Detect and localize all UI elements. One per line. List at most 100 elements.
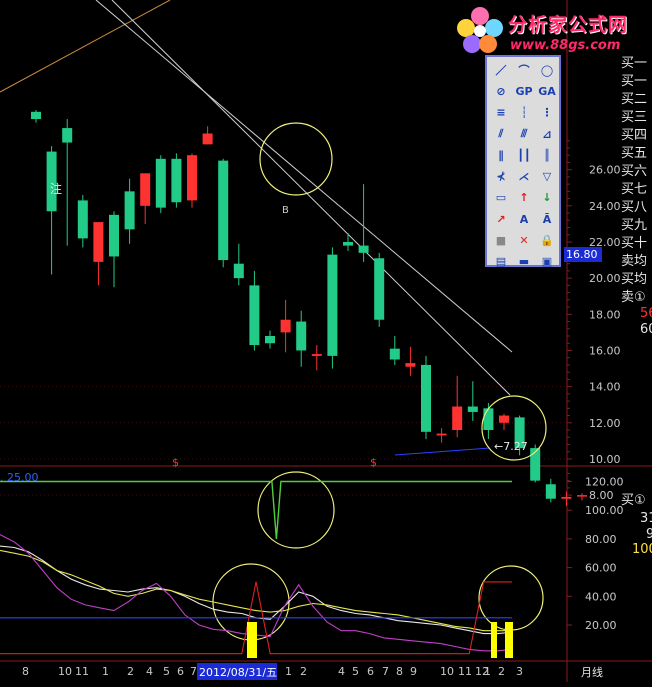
price-tick-label: 10.00 (589, 453, 621, 466)
date-tick-label: 4 (338, 665, 345, 678)
candle-body (155, 158, 166, 208)
candle-body (343, 241, 353, 246)
text-A-icon[interactable]: A (513, 209, 535, 229)
no-icon[interactable]: ⊘ (490, 81, 512, 101)
date-tick-label: 7 (382, 665, 389, 678)
date-tick-label: 2 (498, 665, 505, 678)
candle-body (499, 415, 509, 423)
fib-v-icon[interactable]: ┆ (513, 103, 535, 123)
candle-body (436, 433, 447, 436)
candle-body (421, 364, 431, 432)
parallel-b-icon[interactable]: ┃┃ (513, 145, 535, 165)
osc-tick-label: 60.00 (585, 562, 617, 575)
date-tick-label: 9 (410, 665, 417, 678)
stock-chart[interactable]: 8.00 10.00 12.00 14.00 16.00 18.00 20.00 22.00 2… (0, 0, 652, 682)
lock-icon[interactable]: 🔒 (536, 230, 558, 250)
candle (343, 232, 353, 252)
candle (218, 158, 229, 268)
candle (249, 270, 260, 351)
fib-x-icon[interactable]: ⋮ (536, 103, 558, 123)
candle-body (311, 354, 322, 356)
candle-body (358, 245, 369, 253)
date-tick-label: 4 (146, 665, 153, 678)
date-tick-label: 3 (516, 665, 523, 678)
osc-tick-label: 80.00 (585, 533, 617, 546)
signal-bar (491, 622, 497, 658)
indicator-label: 买① (621, 493, 646, 508)
trend-line-orange (0, 0, 171, 93)
period-label: 月线 (581, 665, 603, 679)
date-tick-label: 1 (484, 665, 491, 678)
text-A2-icon[interactable]: Ā (536, 209, 558, 229)
gann-a-icon[interactable]: ⊀ (490, 166, 512, 186)
delete-icon[interactable]: ✕ (513, 230, 535, 250)
watermark-logo: 分析家公式网 www.88gs.com (452, 4, 652, 56)
circle-annotation (259, 122, 333, 196)
arrow-down-icon[interactable]: ↓ (536, 188, 558, 208)
order-book-label: 买七 (621, 182, 648, 197)
channel-a-icon[interactable]: ⫽ (490, 124, 512, 144)
order-book-label: 买四 (621, 128, 648, 143)
candle (421, 355, 431, 440)
date-tick-label: 7 (190, 665, 197, 678)
parallel-a-icon[interactable]: ∥ (490, 145, 512, 165)
drawing-toolbox[interactable]: ／ ⌒ ◯ ⊘ GP GA ≡ ┆ ⋮ ⫽ ⫻ ⊿ ∥ ┃┃ ║ ⊀ ⋌ ▽ ▭ ↑ ↓ ↗ A Ā ■ ✕ 🔒 ▤ ▬ ▣ (485, 55, 561, 268)
osc-tick-label: 40.00 (585, 590, 617, 603)
price-tick-label: 12.00 (589, 417, 621, 430)
candle-body (327, 254, 338, 356)
candle-body (374, 258, 385, 320)
candle-body (124, 191, 135, 230)
candle-marker: 注 (50, 181, 62, 196)
candle (452, 375, 463, 438)
ruler-icon[interactable]: ▬ (513, 252, 535, 272)
indicator-value: 100 (632, 542, 652, 557)
candle-body (296, 321, 307, 351)
note-icon[interactable]: ▤ (490, 252, 512, 272)
candle (46, 146, 57, 275)
order-book-label: 买八 (621, 200, 648, 215)
triangle-icon[interactable]: ▽ (536, 166, 558, 186)
channel-b-icon[interactable]: ⫻ (513, 124, 535, 144)
order-book-label: 买九 (621, 218, 648, 233)
last-price-label: ←7.27 (494, 440, 528, 453)
order-book-label: 买一 (621, 56, 648, 71)
candle-body (62, 128, 73, 143)
circle-icon[interactable]: ◯ (536, 60, 558, 80)
date-tick-label: 11 (458, 665, 472, 678)
osc-tick-label: 100.00 (585, 504, 624, 517)
date-tick-label: 5 (163, 665, 170, 678)
watermark-url: www.88gs.com (510, 38, 621, 53)
candle-body (140, 173, 151, 206)
channel-c-icon[interactable]: ⊿ (536, 124, 558, 144)
candle (327, 247, 338, 369)
date-tick-label: 11 (75, 665, 89, 678)
osc-series-line (0, 549, 512, 632)
arrow-up-icon[interactable]: ↑ (513, 188, 535, 208)
support-line (394, 447, 491, 456)
date-tick-label: 5 (352, 665, 359, 678)
parallel-c-icon[interactable]: ║ (536, 145, 558, 165)
candle (436, 428, 447, 443)
rect-icon[interactable]: ▭ (490, 188, 512, 208)
candle-body (202, 133, 213, 145)
arc-icon[interactable]: ⌒ (513, 60, 535, 80)
flower-icon (457, 7, 503, 53)
calc-icon[interactable]: ▣ (536, 252, 558, 272)
candle-body (483, 408, 494, 431)
candle (62, 119, 73, 246)
GP-icon[interactable]: GP (513, 81, 535, 101)
fib-h-icon[interactable]: ≡ (490, 103, 512, 123)
candle (545, 478, 556, 503)
candle-body (109, 214, 119, 257)
block-icon[interactable]: ■ (490, 230, 512, 250)
candle (140, 173, 151, 224)
line-icon[interactable]: ／ (490, 60, 512, 80)
candle-body (171, 158, 182, 203)
GA-icon[interactable]: GA (536, 81, 558, 101)
candle-body (249, 285, 260, 346)
date-tick-label: 2 (127, 665, 134, 678)
candle (530, 444, 541, 483)
order-book-label: 卖均 (621, 254, 648, 269)
arrow-line-icon[interactable]: ↗ (490, 209, 512, 229)
gann-b-icon[interactable]: ⋌ (513, 166, 535, 186)
